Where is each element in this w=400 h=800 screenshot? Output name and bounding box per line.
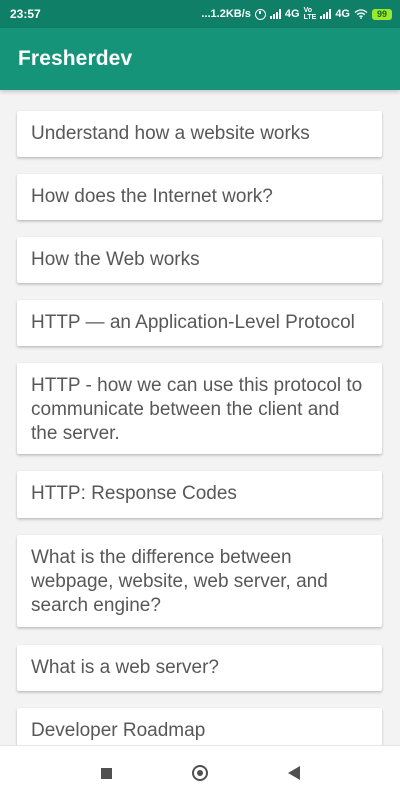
system-navigation-bar [0, 745, 400, 800]
status-left: 23:57 [10, 7, 41, 21]
signal-icon [269, 9, 281, 19]
status-time: 23:57 [10, 7, 41, 21]
list-item[interactable]: HTTP - how we can use this protocol to c… [17, 363, 382, 454]
home-button[interactable] [187, 760, 213, 786]
signal-icon [320, 9, 332, 19]
alarm-icon [254, 8, 266, 20]
volte-label: Vo LTE [303, 7, 317, 21]
list-item[interactable]: Understand how a website works [17, 111, 382, 157]
list-item[interactable]: HTTP — an Application-Level Protocol [17, 300, 382, 346]
square-icon [100, 767, 112, 779]
recents-button[interactable] [93, 760, 119, 786]
network-type-2: 4G [335, 7, 350, 20]
back-icon [288, 766, 300, 780]
list-item[interactable]: What is a web server? [17, 645, 382, 691]
list-item[interactable]: Developer Roadmap [17, 708, 382, 746]
app-title: Fresherdev [18, 47, 133, 70]
list-item[interactable]: What is the difference between webpage, … [17, 535, 382, 627]
wifi-icon [354, 9, 368, 19]
list-item[interactable]: How the Web works [17, 237, 382, 283]
network-speed: ...1.2KB/s [201, 7, 251, 20]
home-icon [192, 765, 208, 781]
article-list[interactable]: Understand how a website works How does … [0, 90, 400, 746]
status-right: ...1.2KB/s 4G Vo LTE 4G 99 [201, 7, 392, 21]
status-bar: 23:57 ...1.2KB/s 4G Vo LTE 4G 99 [0, 0, 400, 28]
network-type-1: 4G [284, 7, 300, 20]
app-bar: Fresherdev [0, 28, 400, 90]
list-item[interactable]: HTTP: Response Codes [17, 471, 382, 518]
battery-icon: 99 [372, 8, 392, 20]
back-button[interactable] [281, 760, 307, 786]
list-item[interactable]: How does the Internet work? [17, 174, 382, 220]
